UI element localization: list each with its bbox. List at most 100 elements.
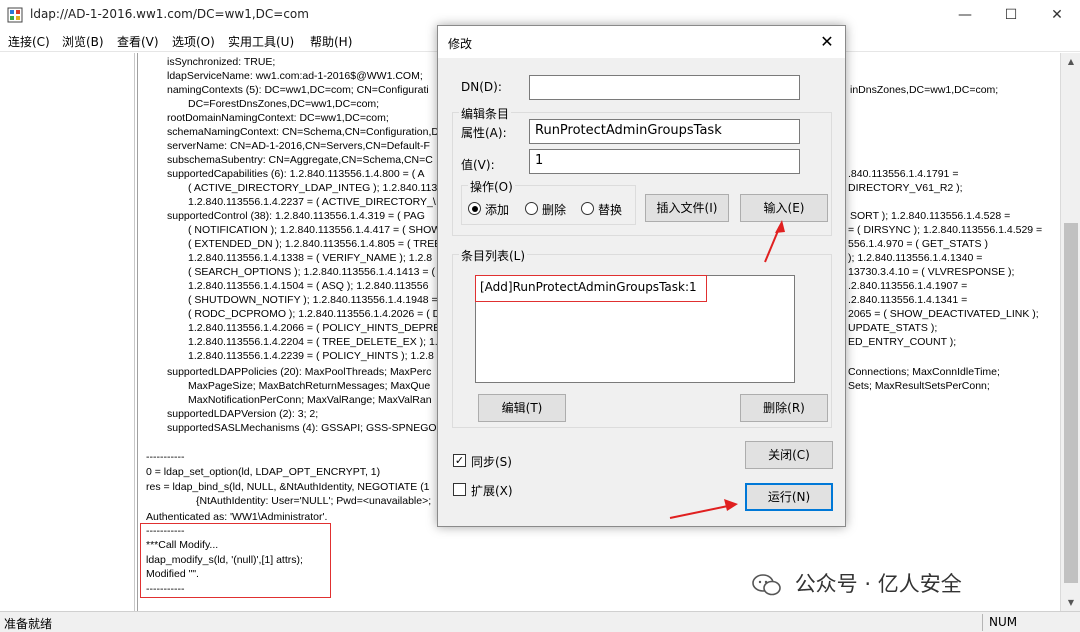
output-line: supportedLDAPVersion (2): 3; 2;	[167, 408, 319, 420]
output-line: ldapServiceName: ww1.com:ad-1-2016$@WW1.…	[167, 70, 423, 82]
output-fragment: .2.840.113556.1.4.1341 =	[848, 294, 968, 306]
output-line: MaxNotificationPerConn; MaxValRange; Max…	[188, 394, 432, 406]
output-line: 1.2.840.113556.1.4.1504 = ( ASQ ); 1.2.8…	[188, 280, 429, 292]
menu-view[interactable]: 查看(V)	[117, 33, 159, 50]
annotation-highlight	[140, 523, 331, 598]
output-line: 1.2.840.113556.1.4.2237 = ( ACTIVE_DIREC…	[188, 196, 436, 208]
menu-connection[interactable]: 连接(C)	[8, 33, 50, 50]
output-line: 0 = ldap_set_option(ld, LDAP_OPT_ENCRYPT…	[146, 466, 381, 478]
output-line: ( EXTENDED_DN ); 1.2.840.113556.1.4.805 …	[188, 238, 442, 250]
output-fragment: ); 1.2.840.113556.1.4.1340 =	[848, 252, 983, 264]
num-lock-indicator: NUM	[982, 614, 1042, 631]
radio-replace-label[interactable]: 替换	[598, 201, 622, 218]
output-fragment: 556.1.4.970 = ( GET_STATS )	[848, 238, 988, 250]
entry-list-caption: 条目列表(L)	[459, 247, 528, 264]
window-title: ldap://AD-1-2016.ww1.com/DC=ww1,DC=com	[30, 7, 309, 21]
value-label: 值(V):	[461, 158, 495, 172]
minimize-button[interactable]: —	[942, 0, 988, 30]
output-fragment: inDnsZones,DC=ww1,DC=com;	[850, 84, 999, 96]
output-line: Authenticated as: 'WW1\Administrator'.	[146, 511, 328, 523]
output-line: supportedLDAPPolicies (20): MaxPoolThrea…	[167, 366, 432, 378]
output-line: subschemaSubentry: CN=Aggregate,CN=Schem…	[167, 154, 433, 166]
output-fragment: .840.113556.1.4.1791 =	[848, 168, 959, 180]
output-fragment: ED_ENTRY_COUNT );	[848, 336, 957, 348]
delete-entry-button[interactable]: 删除(R)	[740, 394, 828, 422]
scroll-up-icon[interactable]: ▲	[1061, 53, 1080, 70]
output-line: supportedSASLMechanisms (4): GSSAPI; GSS…	[167, 422, 437, 434]
extended-label[interactable]: 扩展(X)	[471, 482, 513, 499]
watermark-text: 公众号 · 亿人安全	[794, 572, 962, 596]
annotation-highlight	[475, 275, 707, 302]
dn-input[interactable]	[529, 75, 800, 100]
scroll-thumb[interactable]	[1064, 223, 1078, 583]
output-line: supportedCapabilities (6): 1.2.840.11355…	[167, 168, 425, 180]
scroll-down-icon[interactable]: ▼	[1061, 594, 1080, 611]
operation-caption: 操作(O)	[468, 178, 515, 195]
maximize-button[interactable]: ☐	[988, 0, 1034, 30]
output-line: serverName: CN=AD-1-2016,CN=Servers,CN=D…	[167, 140, 430, 152]
attribute-label: 属性(A):	[461, 126, 507, 140]
output-line: ( NOTIFICATION ); 1.2.840.113556.1.4.417…	[188, 224, 442, 236]
output-line: DC=ForestDnsZones,DC=ww1,DC=com;	[188, 98, 380, 110]
dialog-close-icon[interactable]: ✕	[816, 32, 838, 52]
sync-checkbox[interactable]: ✓	[453, 454, 466, 467]
radio-delete[interactable]	[525, 202, 538, 215]
output-fragment: UPDATE_STATS );	[848, 322, 938, 334]
output-line: ( ACTIVE_DIRECTORY_LDAP_INTEG ); 1.2.840…	[188, 182, 444, 194]
output-fragment: 2065 = ( SHOW_DEACTIVATED_LINK );	[848, 308, 1039, 320]
status-text: 准备就绪	[4, 617, 53, 631]
radio-delete-label[interactable]: 删除	[542, 201, 566, 218]
output-line: schemaNamingContext: CN=Schema,CN=Config…	[167, 126, 439, 138]
output-line: supportedControl (38): 1.2.840.113556.1.…	[167, 210, 425, 222]
output-fragment: Connections; MaxConnIdleTime;	[848, 366, 1000, 378]
enter-button[interactable]: 输入(E)	[740, 194, 828, 222]
output-fragment: Sets; MaxResultSetsPerConn;	[848, 380, 990, 392]
radio-add-label[interactable]: 添加	[485, 201, 509, 218]
output-fragment: = ( DIRSYNC ); 1.2.840.113556.1.4.529 =	[848, 224, 1043, 236]
output-line: res = ldap_bind_s(ld, NULL, &NtAuthIdent…	[146, 481, 430, 493]
menu-browse[interactable]: 浏览(B)	[62, 33, 104, 50]
output-line: -----------	[146, 451, 185, 463]
output-line: 1.2.840.113556.1.4.2204 = ( TREE_DELETE_…	[188, 336, 438, 348]
output-line: ( SEARCH_OPTIONS ); 1.2.840.113556.1.4.1…	[188, 266, 435, 278]
sync-label[interactable]: 同步(S)	[471, 453, 512, 470]
insert-file-button[interactable]: 插入文件(I)	[645, 194, 729, 222]
output-line: isSynchronized: TRUE;	[167, 56, 276, 68]
output-fragment: .2.840.113556.1.4.1907 =	[848, 280, 968, 292]
watermark: 公众号 · 亿人安全	[752, 568, 962, 604]
radio-add[interactable]	[468, 202, 481, 215]
value-input[interactable]: 1	[529, 149, 800, 174]
radio-replace[interactable]	[581, 202, 594, 215]
attribute-input[interactable]: RunProtectAdminGroupsTask	[529, 119, 800, 144]
output-line: 1.2.840.113556.1.4.1338 = ( VERIFY_NAME …	[188, 252, 433, 264]
output-line: MaxPageSize; MaxBatchReturnMessages; Max…	[188, 380, 431, 392]
edit-entry-button[interactable]: 编辑(T)	[478, 394, 566, 422]
output-fragment: 13730.3.4.10 = ( VLVRESPONSE );	[848, 266, 1015, 278]
app-icon	[7, 7, 23, 23]
menu-options[interactable]: 选项(O)	[172, 33, 215, 50]
close-button[interactable]: ✕	[1034, 0, 1080, 30]
output-line: 1.2.840.113556.1.4.2239 = ( POLICY_HINTS…	[188, 350, 434, 362]
vertical-scrollbar[interactable]: ▲ ▼	[1060, 53, 1080, 611]
output-line: 1.2.840.113556.1.4.2066 = ( POLICY_HINTS…	[188, 322, 441, 334]
edit-entry-caption: 编辑条目	[459, 105, 512, 122]
run-button[interactable]: 运行(N)	[745, 483, 833, 511]
extended-checkbox[interactable]	[453, 483, 466, 496]
dialog-title: 修改	[448, 37, 473, 51]
output-line: rootDomainNamingContext: DC=ww1,DC=com;	[167, 112, 389, 124]
close-dialog-button[interactable]: 关闭(C)	[745, 441, 833, 469]
tree-pane[interactable]	[0, 53, 135, 611]
modify-dialog: 修改 ✕ DN(D): 编辑条目 属性(A): RunProtectAdminG…	[437, 25, 846, 527]
output-line: ( SHUTDOWN_NOTIFY ); 1.2.840.113556.1.4.…	[188, 294, 438, 306]
output-fragment: SORT ); 1.2.840.113556.1.4.528 =	[850, 210, 1011, 222]
wechat-icon	[752, 574, 781, 596]
status-bar: 准备就绪 NUM	[0, 611, 1080, 632]
dialog-title-bar: 修改 ✕	[438, 26, 845, 58]
menu-utilities[interactable]: 实用工具(U)	[228, 33, 294, 50]
output-fragment: DIRECTORY_V61_R2 );	[848, 182, 963, 194]
output-line: {NtAuthIdentity: User='NULL'; Pwd=<unava…	[196, 495, 432, 507]
menu-help[interactable]: 帮助(H)	[310, 33, 352, 50]
output-line: ( RODC_DCPROMO ); 1.2.840.113556.1.4.202…	[188, 308, 441, 320]
dn-label: DN(D):	[461, 80, 502, 94]
output-line: namingContexts (5): DC=ww1,DC=com; CN=Co…	[167, 84, 429, 96]
